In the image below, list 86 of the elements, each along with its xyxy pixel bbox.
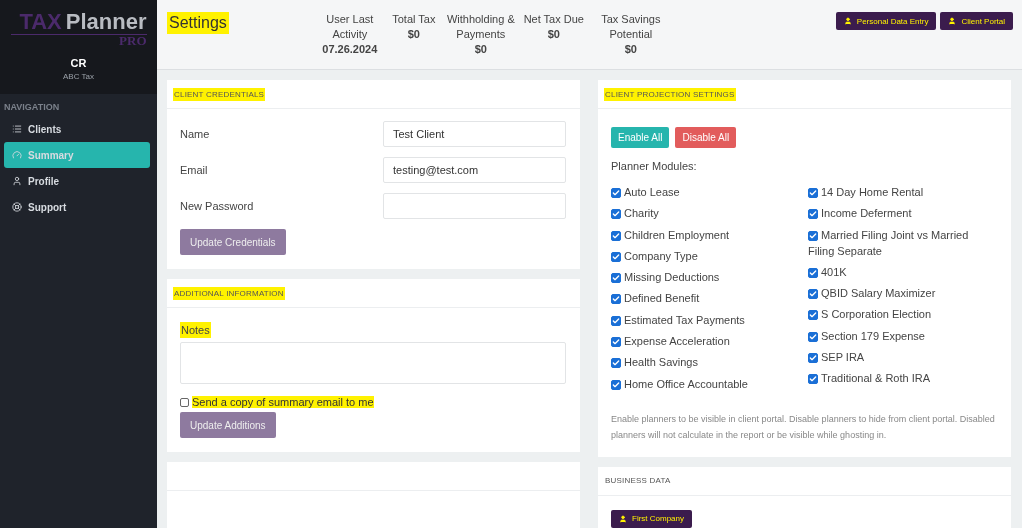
- logo-mark: TAX: [19, 10, 62, 34]
- user-icon: [619, 514, 627, 523]
- disable-all-button[interactable]: Disable All: [675, 127, 737, 148]
- module-option[interactable]: Section 179 Expense: [808, 327, 997, 344]
- company-button[interactable]: First Company: [611, 509, 692, 528]
- checkbox[interactable]: [611, 315, 621, 326]
- module-option[interactable]: Company Type: [611, 247, 808, 264]
- field-label: Email: [180, 164, 208, 176]
- list-icon: [12, 124, 22, 134]
- help-text: Enable planners to be visible in client portal. Disable planners to hide from client portal. Disabled planners will not calculate in the report or be visible while ghosting in.: [611, 412, 996, 442]
- module-option[interactable]: Charity: [611, 205, 808, 222]
- module-option[interactable]: Traditional & Roth IRA: [808, 370, 997, 387]
- stat-value: 07.26.2024: [322, 42, 378, 57]
- checkbox-label: Send a copy of summary email to me: [192, 396, 374, 408]
- module-option[interactable]: Estimated Tax Payments: [611, 311, 808, 328]
- checkbox[interactable]: [808, 331, 818, 342]
- input-field[interactable]: [383, 193, 566, 219]
- module-option[interactable]: Married Filing Joint vs Married Filing Separate: [808, 226, 997, 259]
- checkbox[interactable]: [611, 337, 621, 348]
- lifebuoy-icon: [12, 202, 22, 212]
- checkbox[interactable]: [611, 273, 621, 284]
- module-option[interactable]: SEP IRA: [808, 349, 997, 366]
- stat-value: $0: [474, 42, 487, 57]
- user-icon: [843, 17, 852, 25]
- checkbox[interactable]: [808, 374, 818, 385]
- module-option[interactable]: Missing Deductions: [611, 269, 808, 286]
- checkbox[interactable]: [611, 358, 621, 369]
- module-option[interactable]: Children Employment: [611, 226, 808, 243]
- checkbox[interactable]: [611, 230, 621, 241]
- stat-value: $0: [547, 27, 560, 42]
- module-option[interactable]: S Corporation Election: [808, 306, 997, 323]
- card-title: BUSINESS DATA: [604, 475, 672, 488]
- card-title: ADDITIONAL INFORMATION: [173, 286, 285, 300]
- input-field[interactable]: Test Client: [383, 121, 566, 147]
- module-option[interactable]: Home Office Accountable: [611, 375, 808, 392]
- page-title: Settings: [167, 12, 229, 34]
- stat-label: User Last Activity: [325, 12, 375, 42]
- nav-item[interactable]: Profile: [4, 168, 150, 194]
- header-button[interactable]: Personal Data Entry: [835, 12, 937, 30]
- stat-label: Tax Savings Potential: [600, 12, 662, 42]
- header-button[interactable]: Client Portal: [940, 12, 1013, 30]
- module-option[interactable]: Expense Acceleration: [611, 333, 808, 350]
- notes-field[interactable]: [180, 342, 566, 384]
- checkbox[interactable]: [808, 310, 818, 321]
- nav-item[interactable]: Clients: [4, 116, 150, 142]
- checkbox[interactable]: [808, 267, 818, 278]
- gauge-icon: [12, 150, 22, 160]
- logo-subtitle: PRO: [10, 34, 147, 47]
- card-title: CLIENT PROJECTION SETTINGS: [604, 87, 736, 101]
- checkbox[interactable]: [808, 353, 818, 364]
- module-option[interactable]: 401K: [808, 263, 997, 280]
- checkbox[interactable]: [808, 209, 818, 220]
- nav-section-title: NAVIGATION: [3, 101, 61, 114]
- stat-label: Net Tax Due: [522, 12, 585, 27]
- user-icon: [12, 176, 22, 186]
- checkbox[interactable]: [808, 230, 818, 241]
- logo-wordmark: Planner: [65, 10, 147, 34]
- card-title: CLIENT CREDENTIALS: [173, 87, 266, 101]
- checkbox[interactable]: [611, 379, 621, 390]
- checkbox[interactable]: [611, 294, 621, 305]
- module-option[interactable]: Income Deferment: [808, 205, 997, 222]
- stat-value: $0: [407, 27, 420, 42]
- nav-item[interactable]: Support: [4, 194, 150, 220]
- checkbox[interactable]: [808, 289, 818, 300]
- checkbox[interactable]: [808, 188, 818, 198]
- module-option[interactable]: Health Savings: [611, 354, 808, 371]
- checkbox[interactable]: [611, 251, 621, 262]
- field-label: New Password: [180, 200, 254, 212]
- modules-label: Planner Modules:: [611, 160, 698, 172]
- input-field[interactable]: testing@test.com: [383, 157, 566, 183]
- module-option[interactable]: Auto Lease: [611, 184, 808, 200]
- user-initials: CR: [70, 57, 87, 69]
- notes-label: Notes: [180, 322, 211, 338]
- module-option[interactable]: Defined Benefit: [611, 290, 808, 307]
- company-name: ABC Tax: [63, 72, 94, 81]
- stat-label: Total Tax: [391, 12, 437, 27]
- stat-value: $0: [624, 42, 637, 57]
- checkbox[interactable]: [611, 209, 621, 220]
- module-option[interactable]: QBID Salary Maximizer: [808, 285, 997, 302]
- checkbox[interactable]: [611, 188, 621, 198]
- user-icon: [948, 17, 957, 25]
- field-label: Name: [180, 128, 210, 140]
- module-option[interactable]: 14 Day Home Rental: [808, 184, 997, 200]
- checkbox[interactable]: [180, 397, 189, 407]
- stat-label: Withholding & Payments: [445, 12, 516, 42]
- update-credentials-button[interactable]: Update Credentials: [180, 229, 286, 255]
